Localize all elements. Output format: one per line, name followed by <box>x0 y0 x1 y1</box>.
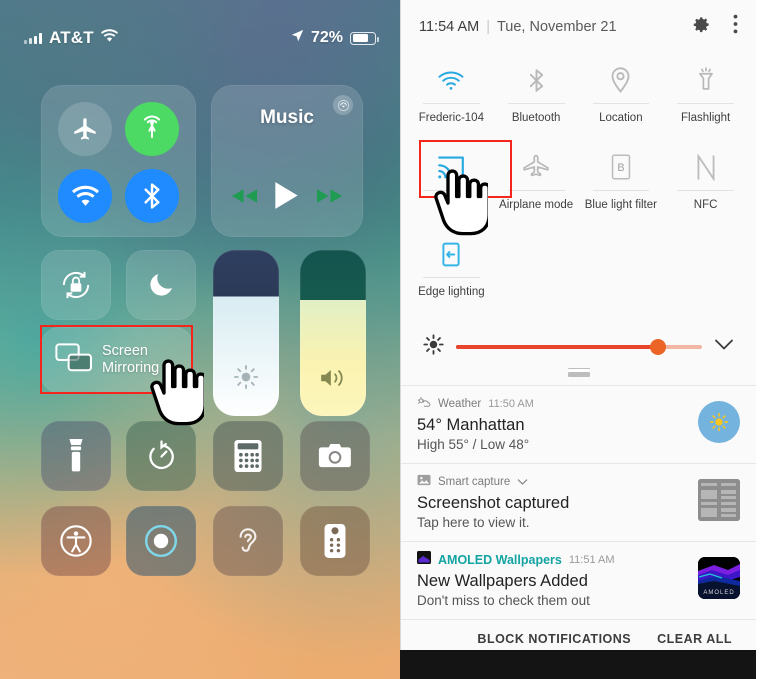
three-dots-icon[interactable] <box>733 14 738 39</box>
brightness-track[interactable] <box>456 339 702 355</box>
android-time-label: 11:54 AM <box>419 18 480 35</box>
blue-light-filter-icon: B <box>579 146 664 188</box>
fast-forward-icon[interactable] <box>316 188 343 209</box>
qs-label-nfc: NFC <box>693 199 718 211</box>
music-title: Music <box>260 107 314 128</box>
chevron-down-icon[interactable] <box>517 473 528 491</box>
wifi-icon <box>100 29 118 47</box>
android-quick-settings-panel: 11:54 AM | Tue, November 21 Frederic-104… <box>400 0 756 650</box>
notification-time: 11:51 AM <box>568 554 615 566</box>
brightness-icon <box>423 334 444 360</box>
ios-volume-slider[interactable] <box>300 250 366 416</box>
header-separator: | <box>486 18 490 35</box>
location-pin-icon <box>579 59 664 101</box>
battery-icon <box>350 31 379 45</box>
notification-weather[interactable]: Weather 11:50 AM 54° Manhattan High 55° … <box>401 385 756 463</box>
svg-text:B: B <box>617 162 624 174</box>
qs-tile-nfc[interactable]: NFC <box>663 140 748 227</box>
notification-app-name: Smart capture <box>438 476 511 488</box>
image-icon <box>417 473 431 491</box>
notification-footer-actions: BLOCK NOTIFICATIONS CLEAR ALL <box>401 619 756 650</box>
ios-do-not-disturb-button[interactable] <box>126 250 196 320</box>
music-controls <box>211 181 363 215</box>
notification-subtitle: Tap here to view it. <box>417 515 530 530</box>
qs-label-flashlight: Flashlight <box>681 112 731 124</box>
android-date-label: Tue, November 21 <box>496 18 617 35</box>
android-panel-header: 11:54 AM | Tue, November 21 <box>401 0 756 49</box>
notification-title: New Wallpapers Added <box>417 572 588 590</box>
brightness-knob[interactable] <box>649 339 666 355</box>
notification-amoled-wallpapers[interactable]: AMOLED Wallpapers 11:51 AM New Wallpaper… <box>401 541 756 619</box>
qs-label-edge-lighting: Edge lighting <box>418 286 485 298</box>
ios-calculator-button[interactable] <box>213 421 283 491</box>
amoled-app-icon <box>417 551 431 569</box>
screenshot-root: AT&T 72% Music Screen Mirroring 11:54 AM… <box>0 0 779 679</box>
ios-bluetooth-button[interactable] <box>125 169 179 223</box>
brightness-fill <box>456 345 658 349</box>
ios-music-module[interactable]: Music <box>211 85 363 237</box>
qs-tile-wifi[interactable]: Frederic-104 <box>409 53 494 140</box>
play-icon[interactable] <box>274 181 299 215</box>
qs-label-blue-light-filter: Blue light filter <box>584 199 657 211</box>
weather-icon <box>417 395 431 413</box>
ios-rotation-lock-button[interactable] <box>41 250 111 320</box>
rewind-icon[interactable] <box>231 188 258 209</box>
signal-bars-icon <box>24 32 42 44</box>
bluetooth-icon <box>494 59 579 101</box>
chevron-down-icon[interactable] <box>714 338 734 356</box>
notification-smart-capture[interactable]: Smart capture Screenshot captured Tap he… <box>401 463 756 541</box>
notification-subtitle: Don't miss to check them out <box>417 593 590 608</box>
screenshot-thumb <box>698 479 740 521</box>
wifi-icon <box>409 59 494 101</box>
qs-tile-flashlight[interactable]: Flashlight <box>663 53 748 140</box>
gear-icon[interactable] <box>692 15 711 39</box>
ios-flashlight-button[interactable] <box>41 421 111 491</box>
bottom-black-strip <box>400 650 756 679</box>
carrier-label: AT&T <box>49 28 94 47</box>
notification-app-name: AMOLED Wallpapers <box>438 553 562 567</box>
ios-airdrop-button[interactable] <box>125 102 179 156</box>
hand-pointer-cursor <box>148 358 207 437</box>
ios-connectivity-module <box>41 85 196 237</box>
ios-camera-button[interactable] <box>300 421 370 491</box>
amoled-thumb: AMOLED <box>698 557 740 599</box>
location-arrow-icon <box>291 29 304 47</box>
notification-app-name: Weather <box>438 398 482 410</box>
qs-tile-blue-light-filter[interactable]: B Blue light filter <box>579 140 664 227</box>
notification-title: Screenshot captured <box>417 494 570 512</box>
battery-percent-label: 72% <box>310 29 343 46</box>
qs-label-wifi: Frederic-104 <box>418 112 484 124</box>
brightness-icon <box>213 364 279 390</box>
android-clock-date: 11:54 AM | Tue, November 21 <box>419 19 617 35</box>
ios-apple-tv-remote-button[interactable] <box>300 506 370 576</box>
panel-drag-handle[interactable] <box>401 366 756 385</box>
notification-title: 54° Manhattan <box>417 416 525 434</box>
sun-thumb <box>698 401 740 443</box>
block-notifications-button[interactable]: BLOCK NOTIFICATIONS <box>477 632 631 646</box>
flashlight-icon <box>663 59 748 101</box>
volume-icon <box>300 366 366 390</box>
notification-time: 11:50 AM <box>488 398 534 410</box>
ios-wifi-button[interactable] <box>58 169 112 223</box>
qs-tile-bluetooth[interactable]: Bluetooth <box>494 53 579 140</box>
ios-brightness-slider[interactable] <box>213 250 279 416</box>
qs-label-location: Location <box>599 112 643 124</box>
qs-tile-location[interactable]: Location <box>579 53 664 140</box>
notification-subtitle: High 55° / Low 48° <box>417 437 530 452</box>
ios-hearing-button[interactable] <box>213 506 283 576</box>
nfc-icon <box>663 146 748 188</box>
qs-label-bluetooth: Bluetooth <box>511 112 561 124</box>
clear-all-button[interactable]: CLEAR ALL <box>657 632 732 646</box>
ios-airplane-button[interactable] <box>58 102 112 156</box>
brightness-slider-row[interactable] <box>401 314 756 366</box>
ios-status-bar: AT&T 72% <box>0 26 400 50</box>
right-white-margin <box>756 0 779 679</box>
hand-pointer-cursor <box>432 168 491 247</box>
svg-text:AMOLED: AMOLED <box>703 590 734 596</box>
ios-screen-record-button[interactable] <box>126 506 196 576</box>
ios-accessibility-button[interactable] <box>41 506 111 576</box>
